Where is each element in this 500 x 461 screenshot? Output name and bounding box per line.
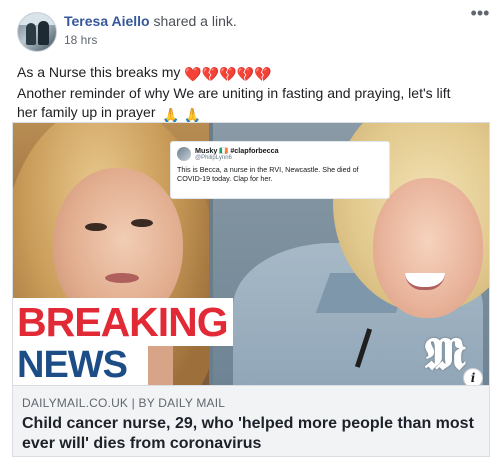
avatar-figure xyxy=(26,23,36,45)
embedded-tweet: Musky 🇮🇪 #clapforbecca @PhilipLynn6 This… xyxy=(170,141,390,199)
author-avatar[interactable] xyxy=(17,12,57,52)
post-attribution: Teresa Aiello shared a link. xyxy=(64,13,237,29)
photo-eye xyxy=(85,223,107,231)
post-text-segment: As a Nurse this breaks my xyxy=(17,64,181,80)
photo-lips xyxy=(105,273,139,283)
link-preview-image[interactable]: Musky 🇮🇪 #clapforbecca @PhilipLynn6 This… xyxy=(13,123,489,385)
tweet-avatar xyxy=(177,147,191,161)
link-domain: DAILYMAIL.CO.UK | BY DAILY MAIL xyxy=(22,396,226,410)
hearts-emoji-icon: ❤️💔💔💔💔 xyxy=(184,66,272,82)
post-body: As a Nurse this breaks my ❤️💔💔💔💔 Another… xyxy=(17,63,487,125)
avatar-background xyxy=(18,13,56,25)
news-banner: NEWS xyxy=(13,346,148,385)
tweet-text: This is Becca, a nurse in the RVI, Newca… xyxy=(177,165,359,183)
post-text-line: Another reminder of why We are uniting i… xyxy=(17,85,451,101)
post-timestamp[interactable]: 18 hrs xyxy=(64,33,97,47)
ellipsis-icon[interactable]: ••• xyxy=(468,4,492,24)
avatar-figure xyxy=(38,21,49,45)
link-preview[interactable]: Musky 🇮🇪 #clapforbecca @PhilipLynn6 This… xyxy=(12,122,490,457)
post-action: shared a link. xyxy=(153,13,237,29)
post-card: Teresa Aiello shared a link. 18 hrs ••• … xyxy=(0,0,500,461)
photo-eye xyxy=(131,219,153,227)
post-header: Teresa Aiello shared a link. 18 hrs ••• xyxy=(0,0,500,58)
breaking-banner: BREAKING xyxy=(13,298,233,346)
tweet-handle: @PhilipLynn6 xyxy=(195,155,232,161)
info-icon[interactable]: i xyxy=(463,368,483,385)
link-caption[interactable]: DAILYMAIL.CO.UK | BY DAILY MAIL Child ca… xyxy=(13,385,489,456)
post-text-segment: her family up in prayer xyxy=(17,104,156,120)
photo-face xyxy=(373,178,483,318)
post-text-line: As a Nurse this breaks my ❤️💔💔💔💔 xyxy=(17,63,487,84)
link-title[interactable]: Child cancer nurse, 29, who 'helped more… xyxy=(22,414,482,454)
author-name[interactable]: Teresa Aiello xyxy=(64,13,150,29)
